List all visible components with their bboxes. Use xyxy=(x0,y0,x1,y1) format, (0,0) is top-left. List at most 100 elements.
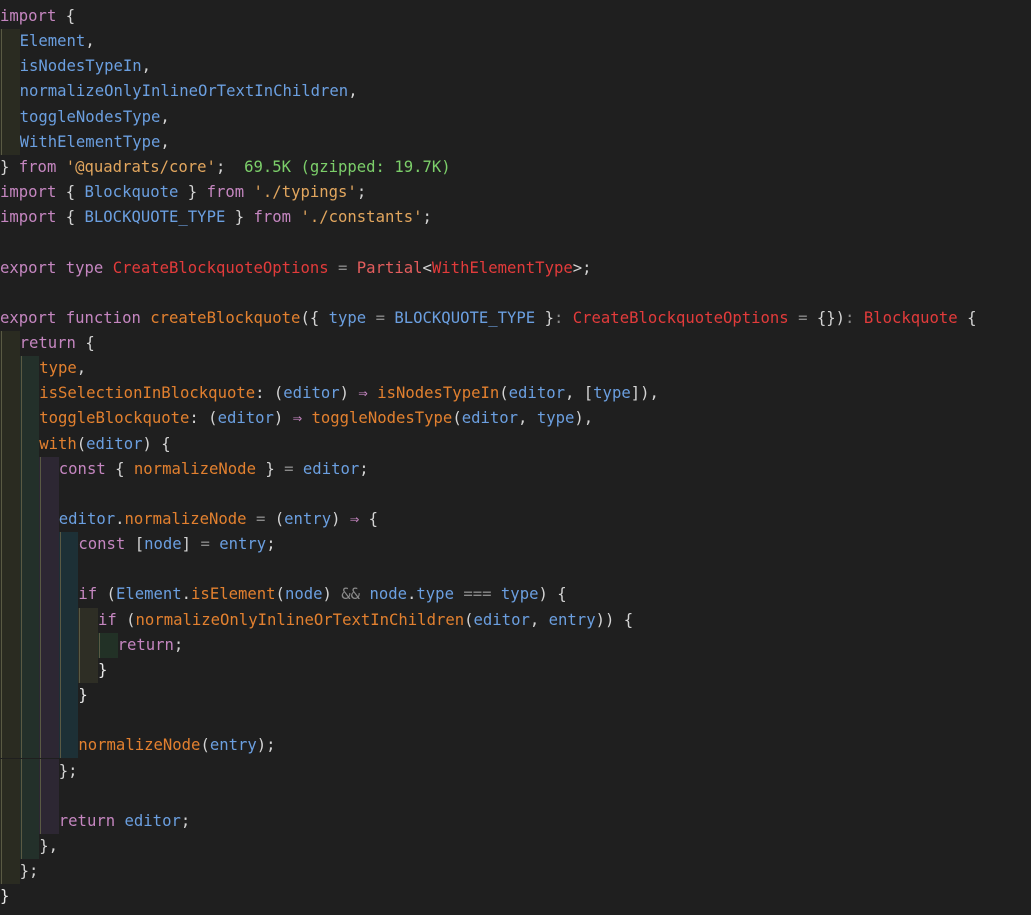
function-name: toggleBlockquote xyxy=(39,409,190,428)
indent-guide xyxy=(0,657,20,684)
keyword: import xyxy=(0,183,57,202)
code-line: editor.normalizeNode = (entry) ⇒ { xyxy=(0,507,378,533)
keyword: export xyxy=(0,258,57,277)
identifier: editor xyxy=(461,409,519,428)
keyword: export xyxy=(0,308,57,327)
indent-guide xyxy=(39,758,59,784)
indent-guide xyxy=(39,607,59,633)
keyword: const xyxy=(58,459,106,478)
identifier: entry xyxy=(219,535,267,554)
indent-guide xyxy=(19,356,40,382)
keyword: return xyxy=(117,635,174,654)
keyword: function xyxy=(65,308,141,327)
identifier: editor xyxy=(302,459,360,478)
indent-guide xyxy=(39,808,59,835)
indent-guide xyxy=(0,507,20,533)
operator: && xyxy=(341,585,361,604)
indent-guide xyxy=(19,833,40,860)
indent-guide xyxy=(39,783,59,809)
indent-guide xyxy=(58,607,79,633)
indent-guide xyxy=(0,808,20,835)
indent-guide xyxy=(0,104,20,130)
indent-guide xyxy=(0,632,20,659)
indent-guide xyxy=(39,733,59,759)
code-line: WithElementType, xyxy=(0,129,170,156)
indent-guide xyxy=(19,406,40,432)
code-line: export type CreateBlockquoteOptions = Pa… xyxy=(0,258,592,277)
identifier: normalizeNode xyxy=(124,510,247,528)
function-name: normalizeNode xyxy=(78,736,201,755)
indent-guide xyxy=(0,708,20,734)
identifier: type xyxy=(328,308,367,327)
indent-guide xyxy=(19,507,40,533)
identifier: node xyxy=(369,585,408,604)
identifier: editor xyxy=(508,384,565,403)
indent-guide xyxy=(0,557,20,583)
code-line: } from '@quadrats/core'; 69.5K (gzipped:… xyxy=(0,157,451,176)
indent-guide xyxy=(58,657,79,684)
identifier: BLOCKQUOTE_TYPE xyxy=(84,208,226,227)
indent-guide xyxy=(19,431,40,457)
keyword: return xyxy=(58,811,116,830)
indent-guide xyxy=(0,859,20,885)
indent-guide xyxy=(19,456,40,482)
identifier: editor xyxy=(473,610,530,629)
keyword: const xyxy=(78,535,126,554)
indent-guide xyxy=(58,557,79,583)
identifier: type xyxy=(416,585,454,604)
indent-guide xyxy=(58,683,79,709)
indent-guide xyxy=(0,481,20,508)
code-line: } xyxy=(0,657,107,684)
identifier: editor xyxy=(217,409,274,428)
indent-guide xyxy=(58,582,79,608)
code-line: export function createBlockquote({ type … xyxy=(0,308,977,327)
code-line: toggleBlockquote: (editor) ⇒ toggleNodes… xyxy=(0,406,593,432)
code-line: isSelectionInBlockquote: (editor) ⇒ isNo… xyxy=(0,381,659,407)
indent-guide xyxy=(39,456,59,482)
indent-guide xyxy=(19,758,40,784)
indent-guide xyxy=(39,657,59,684)
identifier: editor xyxy=(283,384,340,403)
identifier: entry xyxy=(209,736,257,755)
code-line xyxy=(0,783,59,809)
indent-guide xyxy=(39,532,59,558)
function-name: normalizeOnlyInlineOrTextInChildren xyxy=(135,610,465,629)
keyword: from xyxy=(253,208,292,227)
indent-guide xyxy=(39,683,59,709)
identifier: type xyxy=(39,359,77,378)
indent-guide xyxy=(19,657,40,684)
identifier: editor xyxy=(124,811,181,830)
keyword: if xyxy=(78,585,98,604)
import-cost-hint: 69.5K (gzipped: 19.7K) xyxy=(244,157,451,176)
identifier: entry xyxy=(284,510,332,528)
indent-guide xyxy=(19,783,40,809)
type-name: Blockquote xyxy=(863,308,958,327)
indent-guide xyxy=(0,129,20,156)
identifier: node xyxy=(144,535,182,554)
indent-guide xyxy=(58,632,79,659)
code-line: type, xyxy=(0,356,86,382)
indent-guide xyxy=(97,632,118,659)
identifier: editor xyxy=(86,434,143,453)
function-name: isElement xyxy=(191,585,276,604)
indent-guide xyxy=(0,456,20,482)
indent-guide xyxy=(0,431,20,457)
indent-guide xyxy=(19,808,40,835)
indent-guide xyxy=(78,657,98,684)
keyword: from xyxy=(206,183,245,202)
indent-guide xyxy=(19,557,40,583)
identifier: isNodesTypeIn xyxy=(19,57,142,76)
function-name: isSelectionInBlockquote xyxy=(39,384,256,403)
code-line: import { BLOCKQUOTE_TYPE } from './const… xyxy=(0,208,432,227)
indent-guide xyxy=(58,708,79,734)
code-editor[interactable]: import { Element, isNodesTypeIn, normali… xyxy=(0,0,1031,915)
indent-guide xyxy=(39,507,59,533)
keyword: type xyxy=(65,258,104,277)
indent-guide xyxy=(58,733,79,759)
code-line: const [node] = entry; xyxy=(0,532,276,558)
code-line: const { normalizeNode } = editor; xyxy=(0,456,369,482)
indent-guide xyxy=(58,532,79,558)
indent-guide xyxy=(0,29,20,55)
code-line: import { Blockquote } from './typings'; xyxy=(0,183,367,202)
code-line: import { xyxy=(0,7,76,25)
